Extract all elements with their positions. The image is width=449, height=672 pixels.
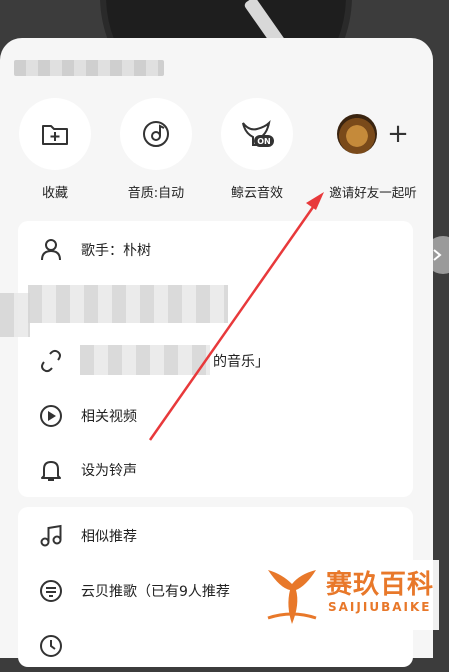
cloud-coin-icon	[40, 579, 62, 602]
invite-friend-button[interactable]: + 邀请好友一起听	[318, 98, 428, 201]
related-video-label: 相关视频	[81, 408, 137, 425]
album-blurred	[28, 285, 228, 323]
artist-label: 歌手：朴树	[81, 242, 151, 259]
menu-item-artist[interactable]: 歌手：朴树	[18, 223, 413, 276]
music-note-icon	[40, 524, 62, 546]
watermark-cn: 赛玖百科	[326, 570, 435, 600]
invite-avatar-group: +	[318, 98, 428, 170]
sound-effect-button[interactable]: ON 鲸云音效	[207, 98, 307, 201]
lion-avatar-icon	[337, 114, 378, 154]
sound-effect-circle: ON	[221, 98, 293, 170]
video-icon	[40, 404, 62, 427]
quality-label: 音质:自动	[127, 186, 185, 201]
source-blurred	[80, 345, 210, 375]
quality-button[interactable]: 音质:自动	[106, 98, 206, 201]
watermark: 赛玖百科 SAIJIUBAIKE	[258, 560, 439, 630]
collect-circle	[19, 98, 91, 170]
sound-effect-label: 鲸云音效	[230, 186, 283, 201]
menu-item-similar[interactable]: 相似推荐	[18, 509, 413, 562]
quality-circle	[120, 98, 192, 170]
source-label: 的音乐」	[213, 353, 269, 370]
invite-friend-label: 邀请好友一起听	[329, 185, 417, 200]
whale-sound-effect-icon: ON	[242, 119, 274, 147]
similar-label: 相似推荐	[81, 528, 137, 545]
bell-icon	[41, 460, 61, 481]
on-badge: ON	[257, 137, 271, 146]
plus-icon: +	[387, 119, 409, 149]
album-icon	[0, 293, 30, 337]
cloud-coin-label: 云贝推歌（已有9人推荐	[81, 583, 230, 600]
watermark-en: SAIJIUBAIKE	[328, 600, 432, 614]
folder-add-icon	[42, 125, 68, 145]
song-title-blurred	[14, 60, 164, 76]
link-icon	[41, 349, 61, 372]
clock-icon	[40, 634, 62, 657]
menu-item-related-video[interactable]: 相关视频	[18, 389, 413, 442]
song-info-card: 歌手：朴树 的音乐」 相关视频 设为铃声	[0, 221, 413, 497]
artist-icon	[41, 238, 61, 260]
menu-item-ringtone[interactable]: 设为铃声	[18, 443, 413, 496]
menu-item-source[interactable]: 的音乐」	[18, 334, 413, 387]
collect-button[interactable]: 收藏	[5, 98, 105, 201]
ringtone-label: 设为铃声	[81, 462, 137, 479]
quick-actions-row: 收藏 音质:自动 ON 鲸云音效 + 邀请好友一起听	[0, 98, 433, 208]
collect-label: 收藏	[41, 186, 68, 201]
whale-tail-logo	[267, 570, 317, 624]
quality-icon	[143, 121, 169, 147]
